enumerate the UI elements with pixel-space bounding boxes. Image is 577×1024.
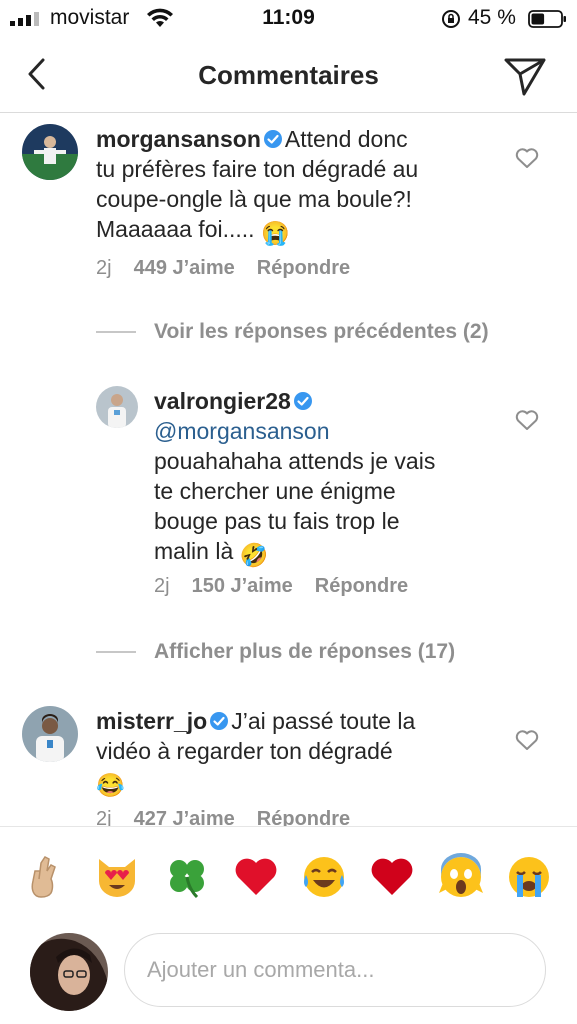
heart-icon[interactable] xyxy=(514,146,540,170)
verified-badge-icon xyxy=(210,712,229,730)
comment: morgansanson Attend donc tu préfères fair… xyxy=(0,112,577,292)
rolling-laughing-emoji: 🤣 xyxy=(239,542,269,568)
red-heart-emoji[interactable] xyxy=(232,853,280,901)
comment-line: malin là xyxy=(154,538,234,564)
username[interactable]: morgansanson xyxy=(96,126,261,152)
comment-text: valrongier28 @morgansanson pouahahaha at… xyxy=(154,386,494,570)
reply-button[interactable]: Répondre xyxy=(315,575,408,597)
reply-button[interactable]: Répondre xyxy=(257,808,350,826)
verified-badge-icon xyxy=(293,392,312,410)
header: Commentaires xyxy=(0,40,577,113)
loudly-crying-emoji[interactable] xyxy=(505,853,553,901)
heart-eyes-cat-emoji[interactable] xyxy=(93,853,141,901)
comment-reply: valrongier28 @morgansanson pouahahaha at… xyxy=(0,380,577,600)
reply-button[interactable]: Répondre xyxy=(257,257,350,279)
avatar xyxy=(30,933,108,1011)
likes-count[interactable]: 427 J’aime xyxy=(134,808,235,826)
crossed-fingers-emoji[interactable] xyxy=(21,853,69,901)
comment-age: 2j xyxy=(154,575,170,597)
verified-badge-icon xyxy=(263,130,282,148)
comment-meta: 2j 427 J’aime Répondre xyxy=(96,808,372,826)
show-more-replies[interactable]: Afficher plus de réponses (17) xyxy=(154,640,455,664)
comment-line: bouge pas tu fais trop le xyxy=(154,508,400,534)
heart-emoji[interactable] xyxy=(368,853,416,901)
comment-line: tu préfères faire ton dégradé au xyxy=(96,156,419,182)
heart-icon[interactable] xyxy=(514,728,540,752)
page-title: Commentaires xyxy=(198,60,379,90)
comment-text: morgansanson Attend donc tu préfères fair… xyxy=(96,124,496,248)
username[interactable]: misterr_jo xyxy=(96,708,207,734)
comment-line: te chercher une énigme xyxy=(154,478,396,504)
status-bar: movistar 11:09 45 % xyxy=(0,0,577,40)
comment-input[interactable] xyxy=(124,933,546,1007)
battery-percent: 45 % xyxy=(468,6,516,29)
avatar[interactable] xyxy=(22,124,78,180)
username[interactable]: valrongier28 xyxy=(154,388,291,414)
likes-count[interactable]: 150 J’aime xyxy=(192,575,293,597)
comment-line: J’ai passé toute la xyxy=(231,708,416,734)
screaming-face-emoji[interactable] xyxy=(437,853,485,901)
heart-icon[interactable] xyxy=(514,408,540,432)
tears-of-joy-emoji[interactable] xyxy=(300,853,348,901)
view-previous-replies[interactable]: Voir les réponses précédentes (2) xyxy=(154,320,489,344)
orientation-lock-icon xyxy=(442,10,460,28)
comment-meta: 2j 150 J’aime Répondre xyxy=(154,575,430,598)
comment-text: misterr_jo J’ai passé toute la vidéo à re… xyxy=(96,706,496,800)
loudly-crying-emoji: 😭 xyxy=(260,220,290,246)
comment-composer xyxy=(0,928,577,1024)
comment-meta: 2j 449 J’aime Répondre xyxy=(96,257,372,280)
comment-age: 2j xyxy=(96,808,112,826)
comment-line: Attend donc xyxy=(284,126,408,152)
four-leaf-clover-emoji[interactable] xyxy=(163,853,211,901)
tears-of-joy-emoji: 😂 xyxy=(96,772,125,798)
comment: misterr_jo J’ai passé toute la vidéo à re… xyxy=(0,700,577,826)
paper-plane-icon[interactable] xyxy=(500,54,550,98)
avatar[interactable] xyxy=(22,706,78,762)
comment-age: 2j xyxy=(96,257,112,279)
likes-count[interactable]: 449 J’aime xyxy=(134,257,235,279)
thread-divider xyxy=(96,331,136,333)
thread-divider xyxy=(96,651,136,653)
comment-line: pouahahaha attends je vais xyxy=(154,448,436,474)
avatar[interactable] xyxy=(96,386,138,428)
mention-link[interactable]: @morgansanson xyxy=(154,418,330,444)
quick-emoji-bar xyxy=(0,826,577,927)
battery-icon xyxy=(528,10,566,28)
comment-line: vidéo à regarder ton dégradé xyxy=(96,738,393,764)
comment-line: Maaaaaa foi..... xyxy=(96,216,255,242)
comment-line: coupe-ongle là que ma boule?! xyxy=(96,186,412,212)
